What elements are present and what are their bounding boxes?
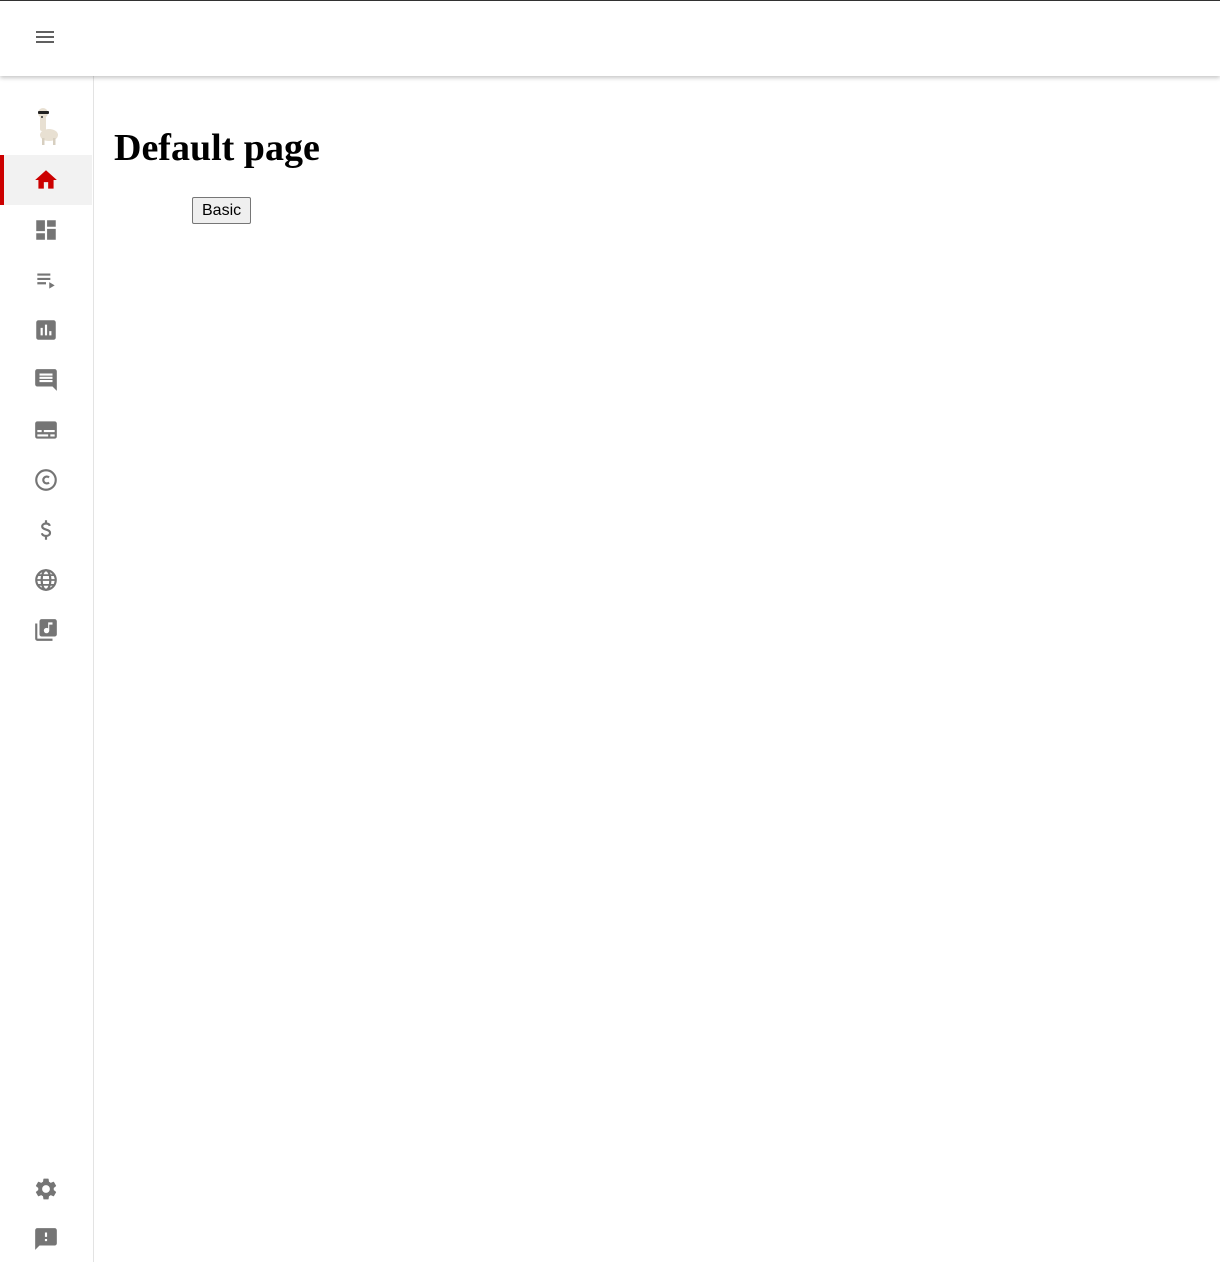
comment-icon <box>35 369 57 391</box>
sidebar-item-comments[interactable] <box>0 355 92 405</box>
alpaca-logo-icon[interactable] <box>22 106 70 146</box>
bar-chart-icon <box>36 320 56 340</box>
page-title: Default page <box>114 127 320 169</box>
music-library-icon <box>35 619 57 641</box>
sidebar-item-copyright[interactable] <box>0 455 92 505</box>
sidebar-item-settings[interactable] <box>0 1164 92 1214</box>
sidebar-item-globe[interactable] <box>0 555 92 605</box>
settings-gear-icon <box>35 1178 57 1200</box>
sidebar-item-playlist[interactable] <box>0 255 92 305</box>
sidebar-item-subtitles[interactable] <box>0 405 92 455</box>
dollar-icon <box>40 520 52 540</box>
sidebar-item-feedback[interactable] <box>0 1214 92 1264</box>
basic-button[interactable]: Basic <box>192 197 252 224</box>
feedback-icon <box>35 1228 57 1250</box>
subtitles-icon <box>35 421 57 439</box>
sidebar-item-analytics[interactable] <box>0 305 92 355</box>
sidebar-item-dashboard[interactable] <box>0 205 92 255</box>
copyright-icon <box>35 469 57 491</box>
globe-icon <box>35 569 57 591</box>
sidebar-item-monetization[interactable] <box>0 505 92 555</box>
menu-icon <box>36 31 54 43</box>
menu-button[interactable] <box>21 14 69 60</box>
sidebar-item-audio-library[interactable] <box>0 605 92 655</box>
top-app-bar <box>0 1 1220 76</box>
playlist-play-icon <box>37 273 55 289</box>
dashboard-icon <box>36 220 56 240</box>
sidebar-item-home[interactable] <box>0 155 92 205</box>
sidebar <box>0 76 94 1262</box>
home-icon <box>35 170 57 189</box>
